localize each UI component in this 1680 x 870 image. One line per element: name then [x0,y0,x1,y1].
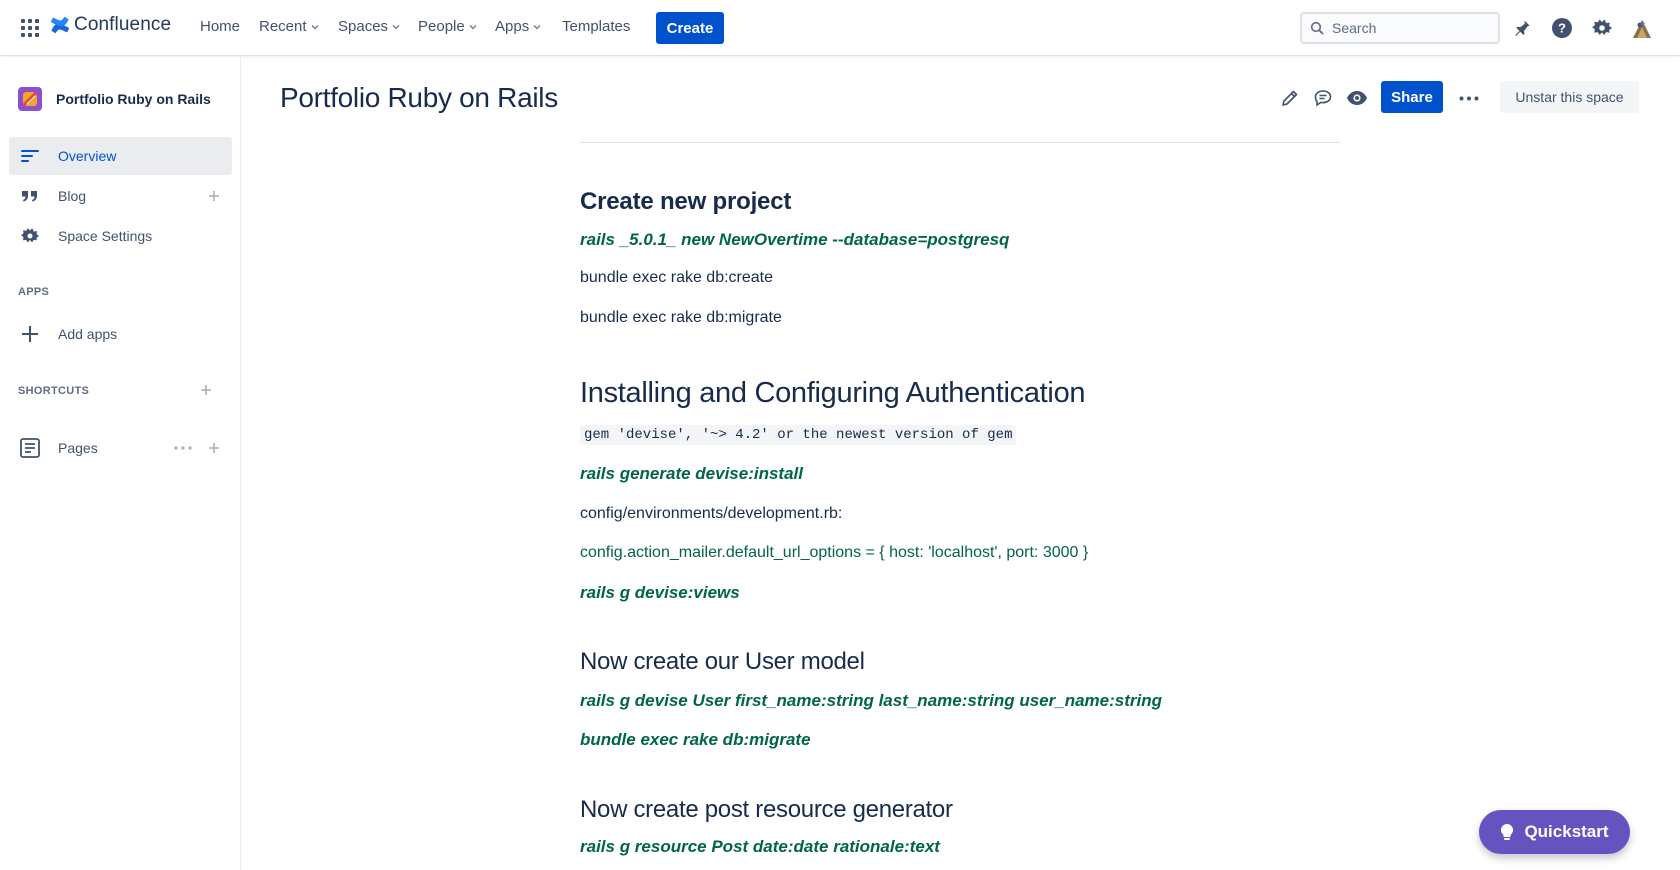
shortcuts-section-label: SHORTCUTS [18,385,90,397]
text-config-path: config/environments/development.rb: [580,505,843,522]
quote-icon [18,184,42,208]
svg-text:?: ? [1558,21,1566,36]
user-avatar[interactable] [1629,15,1655,41]
quickstart-label: Quickstart [1524,822,1609,841]
text-mailer-config: config.action_mailer.default_url_options… [580,544,1089,561]
sidebar-item-label: Space Settings [58,228,153,244]
space-name: Portfolio Ruby on Rails [56,91,211,107]
nav-people-label: People [418,18,465,35]
search-box[interactable] [1300,12,1500,44]
share-button[interactable]: Share [1381,81,1443,113]
heading-create-project: Create new project [580,188,792,215]
confluence-logo[interactable]: Confluence [51,14,171,36]
help-icon[interactable]: ? [1549,15,1575,41]
nav-home-label: Home [200,18,241,35]
code-gem-devise-text: gem 'devise', '~> 4.2' or the newest ver… [580,425,1017,445]
sidebar-item-label: Pages [58,440,98,456]
overview-icon [18,144,42,168]
nav-spaces-label: Spaces [338,18,389,35]
sidebar-item-label: Add apps [58,326,118,342]
sidebar-item-add-apps[interactable]: Add apps [9,315,232,353]
code-gem-devise: gem 'devise', '~> 4.2' or the newest ver… [580,425,1017,445]
plus-icon [18,322,42,346]
nav-recent[interactable]: Recent [259,18,320,35]
add-shortcut-icon[interactable] [196,380,216,400]
heading-user-model: Now create our User model [580,648,865,675]
gear-icon [18,224,42,248]
command-devise-install: rails generate devise:install [580,464,803,483]
nav-apps-label: Apps [495,18,530,35]
nav-templates-label: Templates [562,18,631,35]
sidebar-item-label: Overview [58,148,117,164]
more-actions-icon[interactable] [1456,85,1482,111]
chevron-down-icon [392,24,400,29]
logo-text: Confluence [74,14,172,35]
search-input[interactable] [1332,20,1482,36]
command-migrate: bundle exec rake db:migrate [580,730,811,749]
command-rails-new: rails _5.0.1_ new NewOvertime --database… [580,230,1010,249]
chevron-down-icon [469,24,477,29]
space-logo-icon [23,92,37,106]
text-db-create: bundle exec rake db:create [580,269,774,286]
text-db-migrate: bundle exec rake db:migrate [580,309,782,326]
space-header[interactable]: Portfolio Ruby on Rails [18,87,211,111]
chevron-down-icon [311,24,318,29]
nav-recent-label: Recent [259,18,307,35]
heading-authentication: Installing and Configuring Authenticatio… [580,377,1086,409]
notifications-icon[interactable] [1509,15,1535,41]
page-title: Portfolio Ruby on Rails [280,82,558,113]
edit-icon[interactable] [1277,85,1303,111]
sidebar-item-blog[interactable]: Blog [9,177,232,215]
nav-home[interactable]: Home [200,18,240,35]
add-page-icon[interactable] [204,438,224,458]
nav-people[interactable]: People [418,18,478,35]
unstar-space-button[interactable]: Unstar this space [1500,81,1639,113]
comment-icon[interactable] [1310,85,1336,111]
sidebar-item-overview[interactable]: Overview [9,137,232,175]
command-devise-user: rails g devise User first_name:string la… [580,691,1162,710]
sidebar: Portfolio Ruby on Rails Overview Blog Sp… [0,57,241,870]
command-devise-views: rails g devise:views [580,583,740,602]
content-divider [580,142,1340,143]
more-options-icon[interactable] [172,438,194,458]
top-navigation: Confluence Home Recent Spaces People App… [0,0,1680,56]
chevron-down-icon [533,24,541,29]
settings-icon[interactable] [1589,15,1615,41]
create-button[interactable]: Create [656,12,724,44]
sidebar-item-pages[interactable]: Pages [9,429,232,467]
add-blog-icon[interactable] [204,186,224,206]
confluence-logo-icon [51,16,69,34]
heading-post-resource: Now create post resource generator [580,796,953,823]
app-switcher-icon[interactable] [21,19,39,37]
pages-icon [18,436,42,460]
sidebar-item-label: Blog [58,188,87,204]
command-resource-post: rails g resource Post date:date rational… [580,837,940,856]
quickstart-button[interactable]: Quickstart [1479,810,1630,854]
search-icon [1310,21,1324,35]
nav-templates[interactable]: Templates [562,18,630,35]
space-avatar [18,87,42,111]
nav-spaces[interactable]: Spaces [338,18,401,35]
lightbulb-icon [1501,823,1514,840]
sidebar-item-space-settings[interactable]: Space Settings [9,217,232,255]
nav-apps[interactable]: Apps [495,18,542,35]
apps-section-label: APPS [18,286,50,298]
watch-icon[interactable] [1344,85,1370,111]
